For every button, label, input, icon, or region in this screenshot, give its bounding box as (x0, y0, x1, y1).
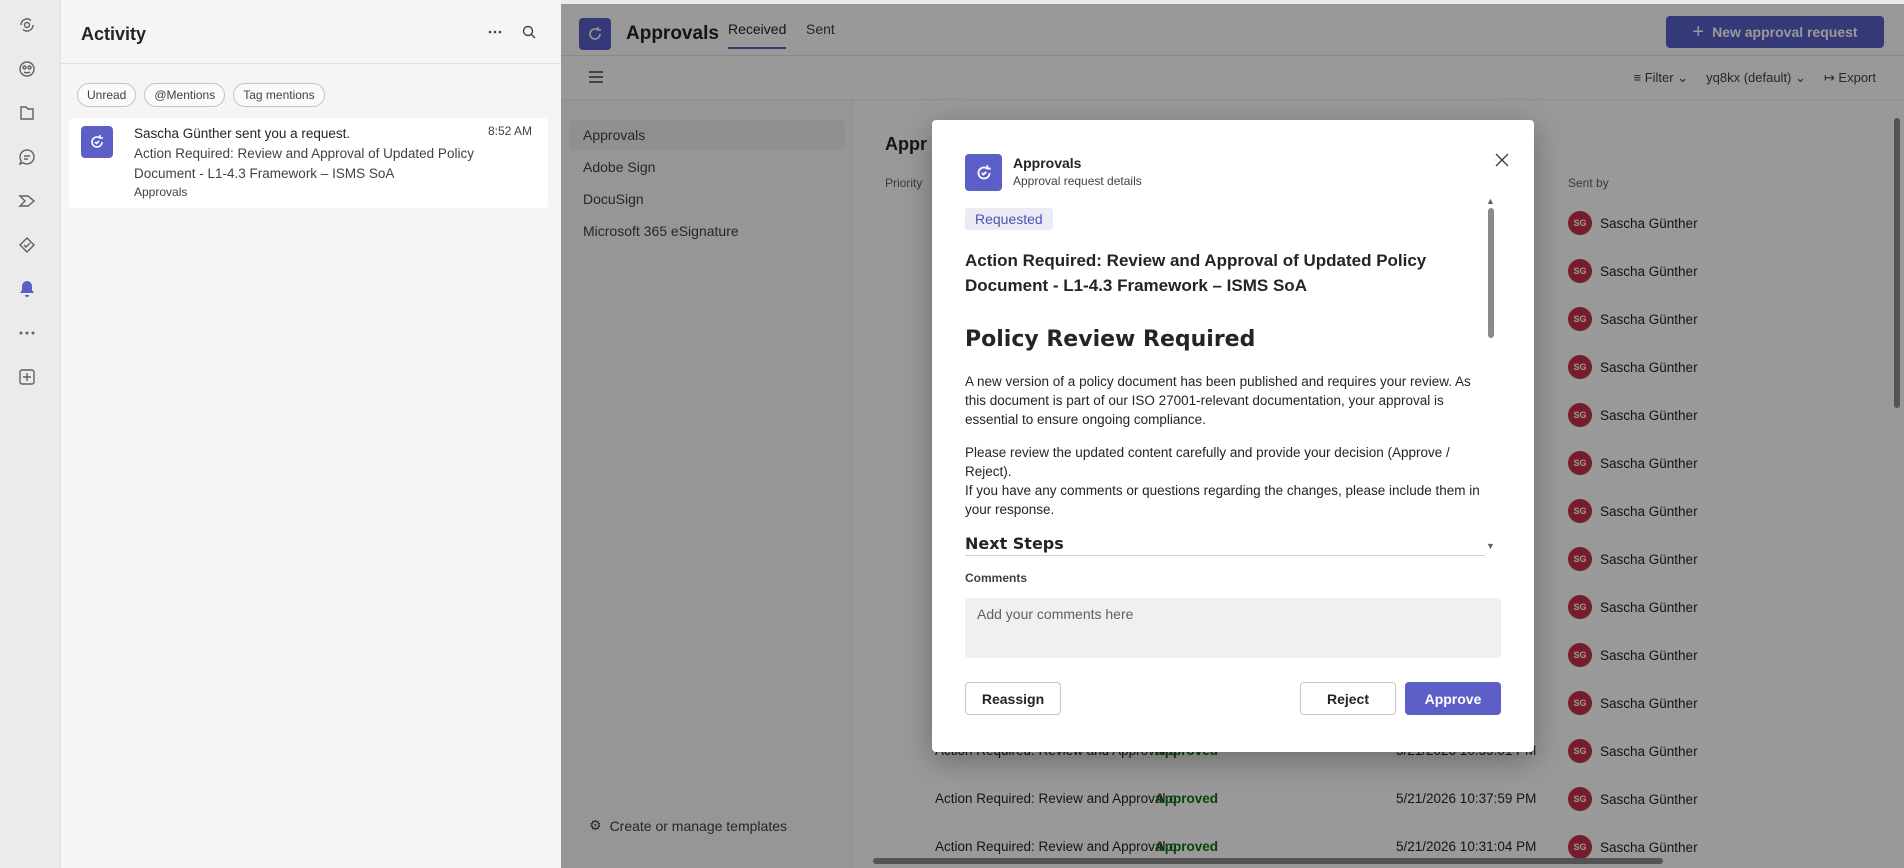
approvals-app-icon (965, 154, 1002, 191)
chip-tag-mentions[interactable]: Tag mentions (233, 83, 325, 107)
more-apps-icon[interactable] (16, 322, 38, 344)
feed-line-title: Action Required: Review and Approval of … (134, 146, 474, 181)
details-line-b: If you have any comments or questions re… (965, 483, 1480, 517)
search-icon[interactable] (521, 24, 537, 45)
chip-unread[interactable]: Unread (77, 83, 137, 107)
filter-chips: Unread @Mentions Tag mentions (77, 83, 325, 107)
details-heading: Policy Review Required (965, 327, 1256, 352)
files-icon[interactable] (16, 102, 38, 124)
planner-icon[interactable] (16, 190, 38, 212)
activity-title: Activity (81, 24, 147, 44)
copilot-icon[interactable] (16, 14, 38, 36)
close-icon[interactable] (1492, 150, 1512, 170)
approvals-app-icon (81, 126, 113, 158)
approval-details-dialog: Approvals Approval request details Reque… (932, 120, 1534, 752)
activity-feed-item[interactable]: Sascha Günther sent you a request. Actio… (69, 118, 548, 208)
approvals-rail-icon[interactable] (16, 234, 38, 256)
feed-line-sender: Sascha Günther sent you a request. (134, 126, 351, 141)
reject-button[interactable]: Reject (1300, 682, 1396, 715)
comments-input[interactable] (965, 598, 1501, 658)
chat-icon[interactable] (16, 146, 38, 168)
dialog-scrollbar[interactable]: ▲ ▼ (1485, 196, 1497, 552)
activity-tools (487, 24, 537, 45)
scroll-thumb[interactable] (1488, 208, 1494, 338)
details-paragraph-2: Please review the updated content carefu… (965, 443, 1485, 519)
bell-icon[interactable] (16, 278, 38, 300)
reassign-button[interactable]: Reassign (965, 682, 1061, 715)
feed-text: Sascha Günther sent you a request. Actio… (134, 124, 494, 200)
apps-icon[interactable] (16, 58, 38, 80)
activity-panel: Activity Unread @Mentions Tag mentions S… (61, 0, 561, 868)
chip-mentions[interactable]: @Mentions (144, 83, 226, 107)
approve-button[interactable]: Approve (1405, 682, 1501, 715)
next-steps-heading: Next Steps (965, 534, 1485, 556)
comments-label: Comments (965, 571, 1028, 585)
status-badge: Requested (965, 208, 1053, 230)
more-options-icon[interactable] (487, 24, 503, 45)
request-title: Action Required: Review and Approval of … (965, 251, 1427, 295)
dialog-body: Requested Action Required: Review and Ap… (965, 208, 1485, 568)
dialog-app-name: Approvals (1013, 155, 1082, 171)
details-line-a: Please review the updated content carefu… (965, 445, 1450, 479)
details-paragraph-1: A new version of a policy document has b… (965, 374, 1471, 427)
scroll-down-icon[interactable]: ▼ (1486, 541, 1495, 551)
scroll-up-icon[interactable]: ▲ (1486, 196, 1495, 206)
dialog-subtitle: Approval request details (1013, 174, 1142, 188)
divider (61, 63, 561, 64)
add-app-icon[interactable] (16, 366, 38, 388)
feed-line-app: Approvals (134, 185, 188, 199)
feed-time: 8:52 AM (487, 124, 532, 138)
app-rail (0, 0, 61, 868)
